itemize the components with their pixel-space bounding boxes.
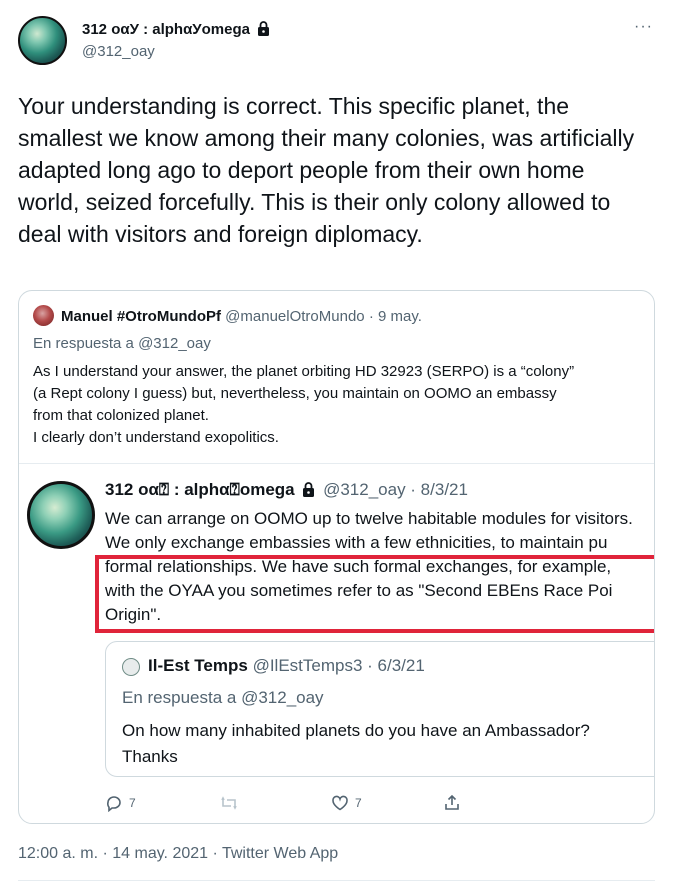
inner-reply-to: En respuesta a @312_oay [122, 688, 324, 707]
reply-icon [105, 794, 123, 812]
like-count: 7 [355, 796, 362, 810]
more-icon[interactable]: ··· [634, 18, 653, 36]
share-action [443, 791, 461, 815]
embedded-screenshot[interactable]: 312 οα⍰ : alphα⍰omega @312_oay · 8/3/21 … [19, 463, 654, 783]
embedded-text-line: We can arrange on OOMO up to twelve habi… [105, 509, 633, 528]
embedded-author-meta: @312_oay · 8/3/21 [323, 480, 468, 499]
like-icon [331, 794, 349, 812]
embedded-author-line: 312 οα⍰ : alphα⍰omega @312_oay · 8/3/21 [105, 480, 468, 502]
quoted-text-line: I clearly don’t understand exopolitics. [33, 429, 279, 446]
retweet-action [219, 791, 239, 815]
reply-action: 7 [105, 791, 136, 815]
quoted-date: · 9 may. [368, 308, 422, 325]
tweet-text: Your understanding is correct. This spec… [18, 93, 635, 247]
tweet-timestamp[interactable]: 12:00 a. m. · 14 may. 2021 · Twitter Web… [18, 845, 338, 863]
embedded-author-avatar [27, 481, 95, 549]
embedded-action-row: 7 7 [19, 791, 654, 815]
author-name-text[interactable]: 312 οαУ : alphαУomega [82, 21, 250, 38]
retweet-icon [219, 794, 239, 812]
inner-author-name: Il-Est Temps [148, 656, 248, 675]
like-action: 7 [331, 791, 362, 815]
inner-text: On how many inhabited planets do you hav… [122, 718, 652, 770]
author-name[interactable]: 312 οαУ : alphαУomega [82, 21, 270, 40]
author-avatar[interactable] [18, 16, 67, 65]
quoted-author-avatar[interactable] [33, 305, 54, 326]
quoted-text-line: from that colonized planet. [33, 407, 209, 424]
lock-icon [302, 482, 315, 502]
inner-author-avatar [122, 658, 140, 676]
inner-text-line: Thanks [122, 747, 178, 766]
embed-divider [19, 463, 654, 464]
red-highlight-box [95, 555, 654, 633]
lock-icon [257, 21, 270, 40]
embedded-author-name: 312 οα⍰ : alphα⍰omega [105, 480, 295, 499]
quoted-text-line: (a Rept colony I guess) but, nevertheles… [33, 385, 557, 402]
author-handle[interactable]: @312_oay [82, 43, 155, 60]
inner-quoted-tweet: Il-Est Temps @IlEstTemps3 · 6/3/21 En re… [105, 641, 654, 777]
inner-author-meta: @IlEstTemps3 · 6/3/21 [252, 656, 425, 675]
quoted-author-line[interactable]: Manuel #OtroMundoPf @manuelOtroMundo · 9… [61, 308, 422, 325]
quoted-text: As I understand your answer, the planet … [33, 361, 633, 449]
share-icon [443, 794, 461, 812]
quoted-reply-to: En respuesta a @312_oay [33, 335, 211, 352]
quoted-tweet-card[interactable]: Manuel #OtroMundoPf @manuelOtroMundo · 9… [18, 290, 655, 824]
quoted-text-line: As I understand your answer, the planet … [33, 363, 575, 380]
quoted-author-handle[interactable]: @manuelOtroMundo [225, 308, 364, 325]
quoted-author-name[interactable]: Manuel #OtroMundoPf [61, 308, 221, 325]
inner-text-line: On how many inhabited planets do you hav… [122, 721, 590, 740]
inner-author-line: Il-Est Temps @IlEstTemps3 · 6/3/21 [148, 656, 425, 676]
bottom-divider [18, 880, 655, 881]
embedded-text-line: We only exchange embassies with a few et… [105, 533, 608, 552]
reply-count: 7 [129, 796, 136, 810]
